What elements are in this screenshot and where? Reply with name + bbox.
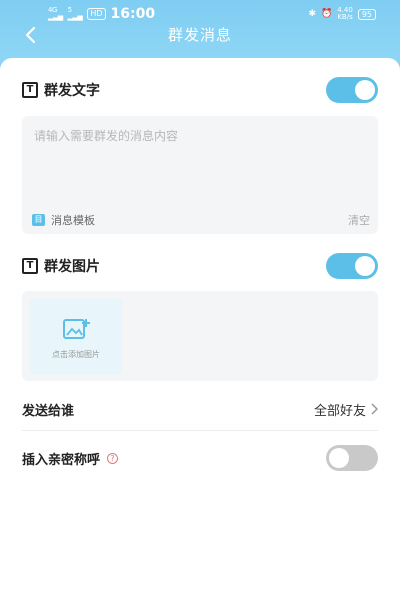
toggle-knob — [355, 256, 375, 276]
toggle-knob — [329, 448, 349, 468]
help-icon[interactable]: ? — [107, 452, 119, 464]
message-textarea[interactable]: 请输入需要群发的消息内容 目 消息模板 清空 — [22, 116, 378, 234]
send-to-label: 发送给谁 — [22, 403, 75, 419]
clear-button[interactable]: 清空 — [348, 212, 370, 228]
nickname-label: 插入亲密称呼 — [22, 452, 101, 468]
hd-badge: HD — [87, 8, 106, 20]
message-template-button[interactable]: 目 消息模板 — [32, 212, 95, 228]
text-section-label: 群发文字 — [44, 83, 100, 99]
nickname-row: 插入亲密称呼 ? — [22, 446, 378, 470]
divider — [22, 430, 378, 431]
image-section-header: T 群发图片 — [22, 256, 100, 276]
battery-icon: 95 — [357, 8, 376, 20]
signal-icon-2: 5 ▂▃▅ — [67, 6, 83, 21]
nickname-toggle[interactable] — [326, 445, 378, 471]
bluetooth-icon: ✱ — [308, 9, 316, 19]
toggle-knob — [355, 80, 375, 100]
network-speed: 4.40 KB/s — [337, 6, 353, 21]
image-add-icon — [63, 319, 90, 339]
t-icon: T — [22, 258, 38, 274]
image-area: 点击添加图片 — [22, 291, 378, 381]
add-image-button[interactable]: 点击添加图片 — [30, 299, 122, 375]
status-time: 16:00 — [110, 6, 156, 22]
template-icon: 目 — [32, 214, 45, 226]
text-toggle[interactable] — [326, 77, 378, 103]
text-section-header: T 群发文字 — [22, 80, 100, 100]
template-label: 消息模板 — [51, 214, 95, 227]
signal-icon: 4G ▂▃▅ — [48, 6, 63, 21]
status-bar: 4G ▂▃▅ 5 ▂▃▅ HD 16:00 ✱ ⏰ 4.40 KB/s 95 — [0, 6, 400, 24]
image-toggle[interactable] — [326, 253, 378, 279]
message-placeholder: 请输入需要群发的消息内容 — [34, 129, 179, 143]
chevron-right-icon — [371, 403, 378, 415]
send-to-value: 全部好友 — [313, 403, 366, 419]
send-to-row[interactable]: 发送给谁 全部好友 — [22, 397, 378, 421]
header-bar: 4G ▂▃▅ 5 ▂▃▅ HD 16:00 ✱ ⏰ 4.40 KB/s 95 群发消息 — [0, 0, 400, 60]
content-card: T 群发文字 请输入需要群发的消息内容 目 消息模板 清空 T 群发图片 点击添… — [0, 58, 400, 610]
page-title: 群发消息 — [167, 26, 232, 44]
image-section-label: 群发图片 — [44, 259, 100, 275]
alarm-icon: ⏰ — [321, 9, 333, 19]
t-icon: T — [22, 82, 38, 98]
add-image-label: 点击添加图片 — [52, 350, 100, 359]
